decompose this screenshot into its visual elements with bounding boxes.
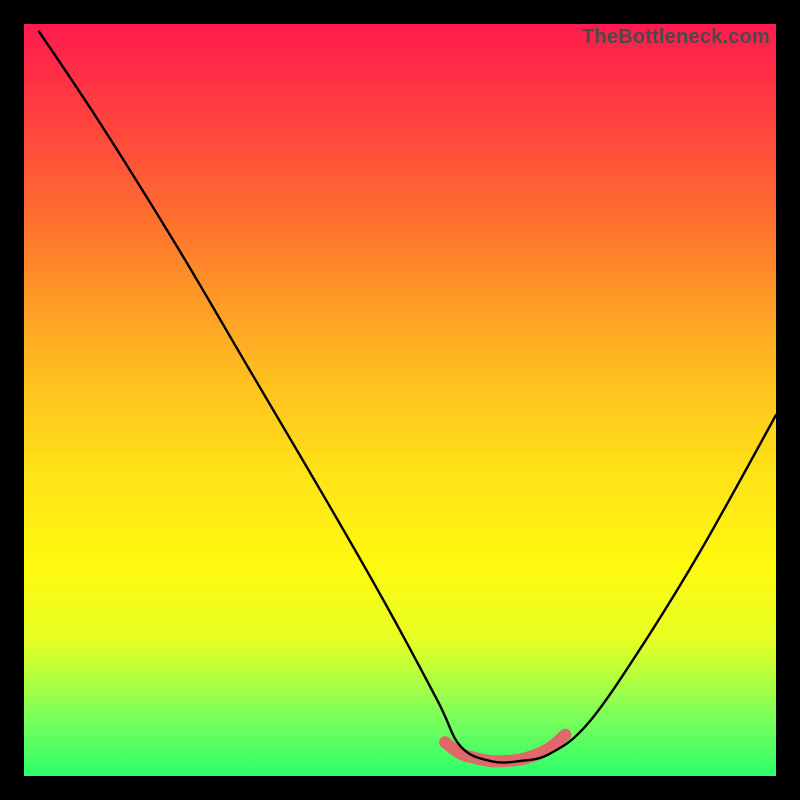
plot-area: TheBottleneck.com	[24, 24, 776, 776]
chart-svg	[24, 24, 776, 776]
chart-frame: TheBottleneck.com	[0, 0, 800, 800]
bottleneck-curve	[39, 32, 776, 763]
